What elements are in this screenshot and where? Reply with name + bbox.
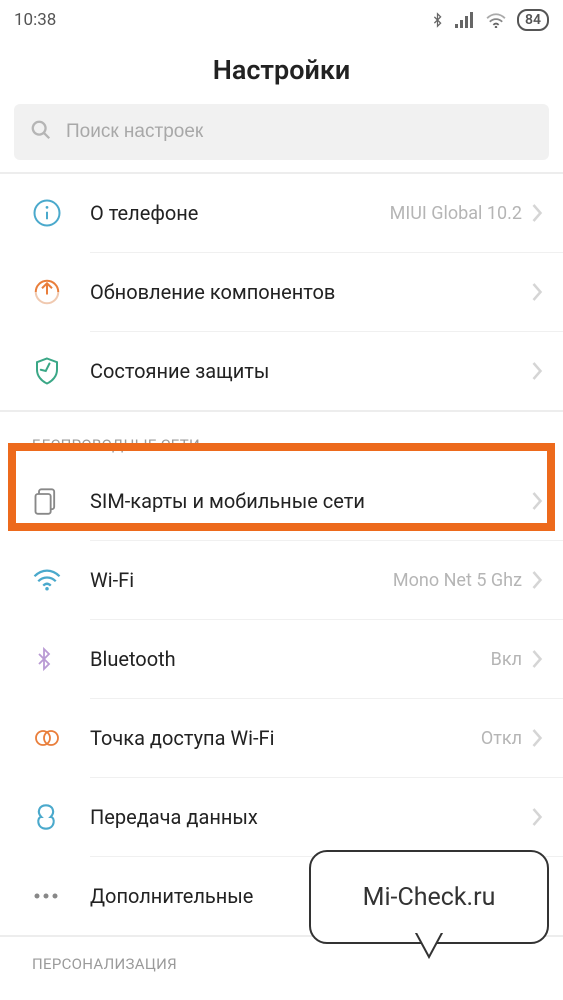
status-bar: 10:38 84 [0, 0, 563, 40]
item-hotspot[interactable]: Точка доступа Wi-Fi Откл [0, 699, 563, 777]
chevron-right-icon [532, 362, 543, 380]
page-title: Настройки [0, 40, 563, 104]
chevron-right-icon [532, 283, 543, 301]
item-value: Mono Net 5 Ghz [393, 570, 522, 591]
item-label: Точка доступа Wi-Fi [90, 726, 481, 750]
status-indicators: 84 [430, 9, 549, 31]
search-icon [30, 119, 52, 145]
hotspot-icon [32, 726, 72, 750]
chevron-right-icon [532, 808, 543, 826]
item-label: Передача данных [90, 805, 532, 829]
bubble-tail-icon [411, 931, 447, 966]
item-label: Wi-Fi [90, 568, 393, 592]
search-input[interactable] [66, 121, 533, 143]
item-data-usage[interactable]: Передача данных [0, 778, 563, 856]
data-icon [32, 802, 72, 832]
chevron-right-icon [532, 650, 543, 668]
wifi-icon [485, 12, 507, 28]
chevron-right-icon [532, 571, 543, 589]
bluetooth-icon [430, 10, 445, 30]
item-value: Вкл [491, 649, 522, 670]
cellular-signal-icon [455, 12, 475, 28]
info-icon [32, 198, 72, 228]
item-bluetooth[interactable]: Bluetooth Вкл [0, 620, 563, 698]
chevron-right-icon [532, 204, 543, 222]
status-time: 10:38 [14, 10, 56, 30]
annotation-bubble: Mi-Check.ru [309, 850, 549, 944]
item-label: Обновление компонентов [90, 280, 532, 304]
sim-icon [32, 487, 72, 515]
item-about-phone[interactable]: О телефоне MIUI Global 10.2 [0, 174, 563, 252]
item-value: MIUI Global 10.2 [390, 203, 522, 224]
more-icon [32, 891, 72, 901]
item-security-status[interactable]: Состояние защиты [0, 332, 563, 410]
item-label: Состояние защиты [90, 359, 532, 383]
bubble-text: Mi-Check.ru [363, 883, 496, 912]
item-label: Bluetooth [90, 647, 491, 671]
update-icon [32, 277, 72, 307]
item-label: О телефоне [90, 201, 390, 225]
section-header-wireless: БЕСПРОВОДНЫЕ СЕТИ [0, 412, 563, 462]
shield-icon [32, 356, 72, 386]
bluetooth-icon [32, 644, 72, 674]
chevron-right-icon [532, 729, 543, 747]
item-sim-cards[interactable]: SIM-карты и мобильные сети [0, 462, 563, 540]
item-value: Откл [481, 728, 522, 749]
item-wifi[interactable]: Wi-Fi Mono Net 5 Ghz [0, 541, 563, 619]
wifi-icon [32, 568, 72, 592]
chevron-right-icon [532, 492, 543, 510]
item-label: SIM-карты и мобильные сети [90, 489, 532, 513]
search-box[interactable] [14, 104, 549, 160]
item-component-update[interactable]: Обновление компонентов [0, 253, 563, 331]
battery-indicator: 84 [517, 9, 549, 31]
